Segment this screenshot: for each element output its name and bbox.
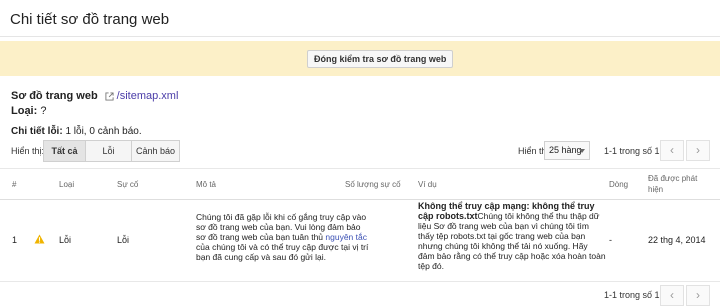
divider [0, 168, 720, 169]
page-title: Chi tiết sơ đồ trang web [10, 11, 170, 28]
warning-icon [34, 234, 45, 244]
rows-per-page-value: 25 hàng [549, 145, 582, 155]
chevron-down-icon [579, 149, 585, 153]
chevron-left-icon: ‹ [670, 143, 674, 157]
rows-per-page-select[interactable]: 25 hàng [544, 141, 590, 160]
row-line: - [609, 235, 612, 245]
sitemap-row: Sơ đồ trang web /sitemap.xml [11, 90, 178, 102]
next-page-button[interactable]: › [686, 140, 710, 161]
row-detected: 22 thg 4, 2014 [648, 235, 706, 245]
details-label: Chi tiết lỗi: [11, 126, 63, 137]
col-header-issue-count[interactable]: Số lượng sự cố [345, 179, 401, 190]
next-page-button-bottom[interactable]: › [686, 285, 710, 306]
col-header-description[interactable]: Mô tả [196, 179, 216, 190]
col-header-num[interactable]: # [12, 179, 16, 190]
description-text-end: của chúng tôi và có thể truy cập được tạ… [196, 242, 369, 262]
filter-all-button[interactable]: Tất cả [43, 140, 86, 162]
row-num: 1 [12, 235, 18, 245]
pagination-range-bottom: 1-1 trong số 1 [604, 290, 660, 300]
chevron-right-icon: › [696, 143, 700, 157]
error-details: Chi tiết lỗi: 1 lỗi, 0 cảnh báo. [11, 126, 142, 137]
filter-warnings-button[interactable]: Cảnh báo [131, 140, 180, 162]
external-link-icon[interactable] [105, 91, 114, 101]
col-header-issue[interactable]: Sự cố [117, 179, 138, 190]
row-type: Lỗi [59, 235, 72, 245]
prev-page-button[interactable]: ‹ [660, 140, 684, 161]
col-header-detected[interactable]: Đã được phát hiện [648, 173, 708, 195]
guidelines-link[interactable]: nguyên tắc [325, 232, 367, 242]
row-issue: Lỗi [117, 235, 130, 245]
type-label: Loại: [11, 105, 38, 117]
filter-label: Hiển thị: [11, 146, 45, 156]
pagination-range: 1-1 trong số 1 [604, 146, 660, 156]
type-row: Loại: ? [11, 105, 46, 117]
row-example: Không thể truy cập mạng: không thể truy … [418, 201, 606, 271]
col-header-example[interactable]: Ví dụ [418, 179, 437, 190]
details-value: 1 lỗi, 0 cảnh báo. [62, 126, 142, 137]
chevron-right-icon: › [696, 288, 700, 302]
col-header-type[interactable]: Loại [59, 179, 74, 190]
type-value: ? [37, 105, 47, 117]
row-description: Chúng tôi đã gặp lỗi khi cố gắng truy cậ… [196, 212, 372, 262]
sitemap-label: Sơ đồ trang web [11, 90, 98, 102]
chevron-left-icon: ‹ [670, 288, 674, 302]
prev-page-button-bottom[interactable]: ‹ [660, 285, 684, 306]
divider [0, 199, 720, 200]
notice-banner: Đóng kiểm tra sơ đồ trang web [0, 41, 720, 76]
table-toolbar: Hiển thị: Tất cả Lỗi Cảnh báo Hiển thị: … [0, 140, 720, 162]
divider [0, 281, 720, 282]
sitemap-link[interactable]: /sitemap.xml [117, 90, 179, 102]
close-sitemap-test-button[interactable]: Đóng kiểm tra sơ đồ trang web [307, 50, 454, 68]
filter-errors-button[interactable]: Lỗi [85, 140, 132, 162]
divider [0, 36, 720, 37]
col-header-line[interactable]: Dòng [609, 179, 628, 190]
